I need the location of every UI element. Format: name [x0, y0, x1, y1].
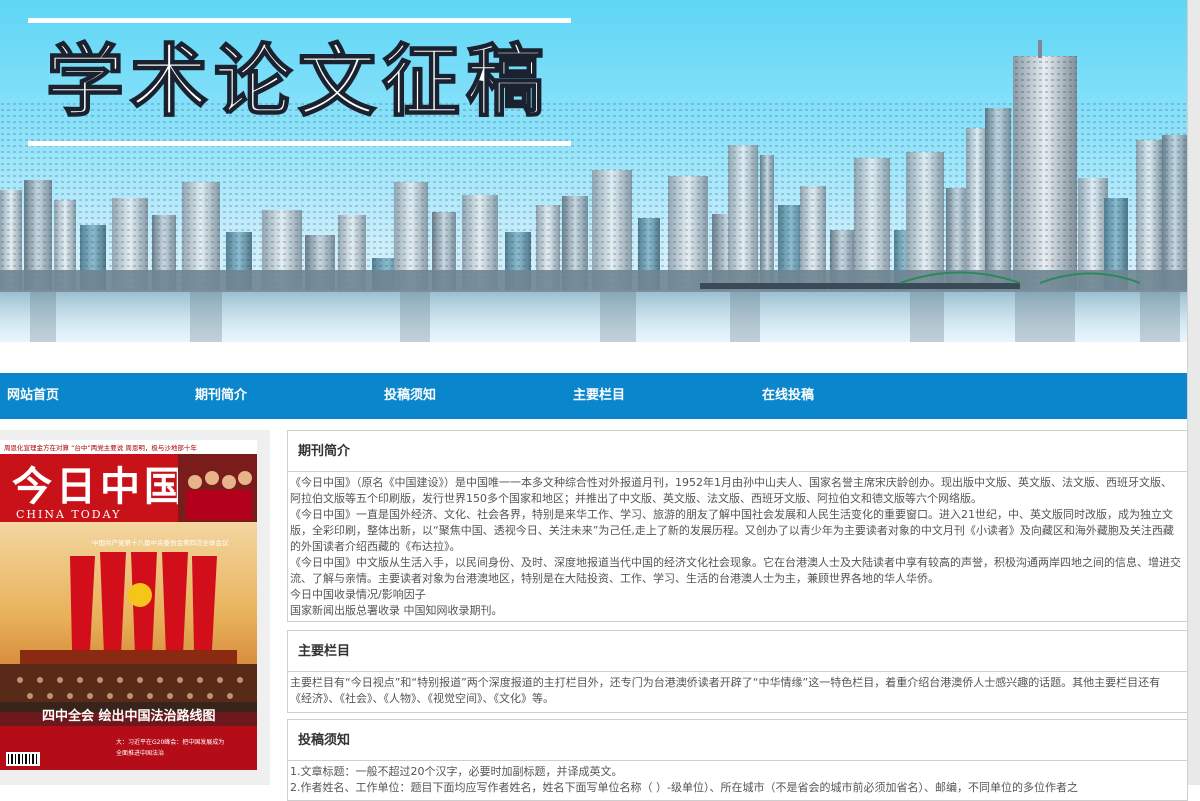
panel-header: 主要栏目 [288, 631, 1187, 672]
panel-main-columns: 主要栏目 主要栏目有“今日视点”和“特别报道”两个深度报道的主打栏目外，还专门为… [287, 630, 1188, 713]
paragraph: 《今日中国》（原名《中国建设》）是中国唯一一本多文种综合性对外报道月刊，1952… [290, 476, 1172, 505]
banner-title: 学术论文征稿 [45, 36, 551, 128]
sidebar-cover-area: 周恩化宣理金方在对算 “台中”两党主要说 周恩明，极与沙地部十年 今日中国 CH… [0, 430, 270, 785]
cover-artwork: 周恩化宣理金方在对算 “台中”两党主要说 周恩明，极与沙地部十年 今日中国 CH… [0, 440, 257, 770]
cover-logo-en: CHINA TODAY [16, 508, 121, 521]
cover-footer-line1: 大：习近平在G20峰会：把中国发展成为 [116, 738, 224, 746]
panel-journal-intro: 期刊简介 《今日中国》（原名《中国建设》）是中国唯一一本多文种综合性对外报道月刊… [287, 430, 1188, 622]
main-nav: 网站首页 期刊简介 投稿须知 主要栏目 在线投稿 [0, 373, 1187, 419]
panel-body: 1.文章标题：一般不超过20个汉字，必要时加副标题，并译成英文。 2.作者姓名、… [288, 761, 1187, 800]
banner-title-block: 学术论文征稿 [28, 18, 571, 146]
cover-logo-cn: 今日中国 [12, 463, 188, 510]
title-top-rule [28, 18, 571, 23]
panel-body: 主要栏目有“今日视点”和“特别报道”两个深度报道的主打栏目外，还专门为台港澳侨读… [288, 672, 1187, 711]
panel-title: 主要栏目 [298, 644, 351, 659]
paragraph: 主要栏目有“今日视点”和“特别报道”两个深度报道的主打栏目外，还专门为台港澳侨读… [290, 676, 1161, 705]
cover-headline: 四中全会 绘出中国法治路线图 [42, 708, 216, 724]
panel-header: 投稿须知 [288, 720, 1187, 761]
panel-submission-guide: 投稿须知 1.文章标题：一般不超过20个汉字，必要时加副标题，并译成英文。 2.… [287, 719, 1188, 801]
nav-online-submission[interactable]: 在线投稿 [762, 373, 814, 419]
paragraph: 1.文章标题：一般不超过20个汉字，必要时加副标题，并译成英文。 [290, 765, 623, 778]
cover-top-line: 周恩化宣理金方在对算 “台中”两党主要说 周恩明，极与沙地部十年 [4, 443, 197, 452]
cover-footer-line2: 全面推进中国法治 [116, 749, 164, 757]
paragraph: 2.作者姓名、工作单位：题目下面均应写作者姓名，姓名下面写单位名称（ ）-级单位… [290, 781, 1078, 794]
paragraph: 今日中国收录情况/影响因子 [290, 588, 426, 601]
nav-journal-intro[interactable]: 期刊简介 [195, 373, 247, 419]
panel-body: 《今日中国》（原名《中国建设》）是中国唯一一本多文种综合性对外报道月刊，1952… [288, 472, 1187, 623]
paragraph: 国家新闻出版总署收录 中国知网收录期刊。 [290, 604, 503, 617]
panel-title: 投稿须知 [298, 733, 351, 748]
panel-header: 期刊简介 [288, 431, 1187, 472]
page-scrollbar[interactable] [1187, 0, 1200, 785]
panel-title: 期刊简介 [298, 444, 351, 459]
cover-banner-text: 中国共产党第十八届中央委员会第四次全体会议 [92, 538, 229, 547]
magazine-cover-image[interactable]: 周恩化宣理金方在对算 “台中”两党主要说 周恩明，极与沙地部十年 今日中国 CH… [0, 440, 257, 770]
title-bottom-rule [28, 141, 571, 146]
header-banner: 学术论文征稿 [0, 0, 1187, 342]
paragraph: 《今日中国》一直是国外经济、文化、社会各界，特别是来华工作、学习、旅游的朋友了解… [290, 508, 1174, 553]
paragraph: 《今日中国》中文版从生活入手，以民间身份、及时、深度地报道当代中国的经济文化社会… [290, 556, 1181, 585]
nav-home[interactable]: 网站首页 [7, 373, 59, 419]
nav-submission-guide[interactable]: 投稿须知 [384, 373, 436, 419]
nav-main-columns[interactable]: 主要栏目 [573, 373, 625, 419]
